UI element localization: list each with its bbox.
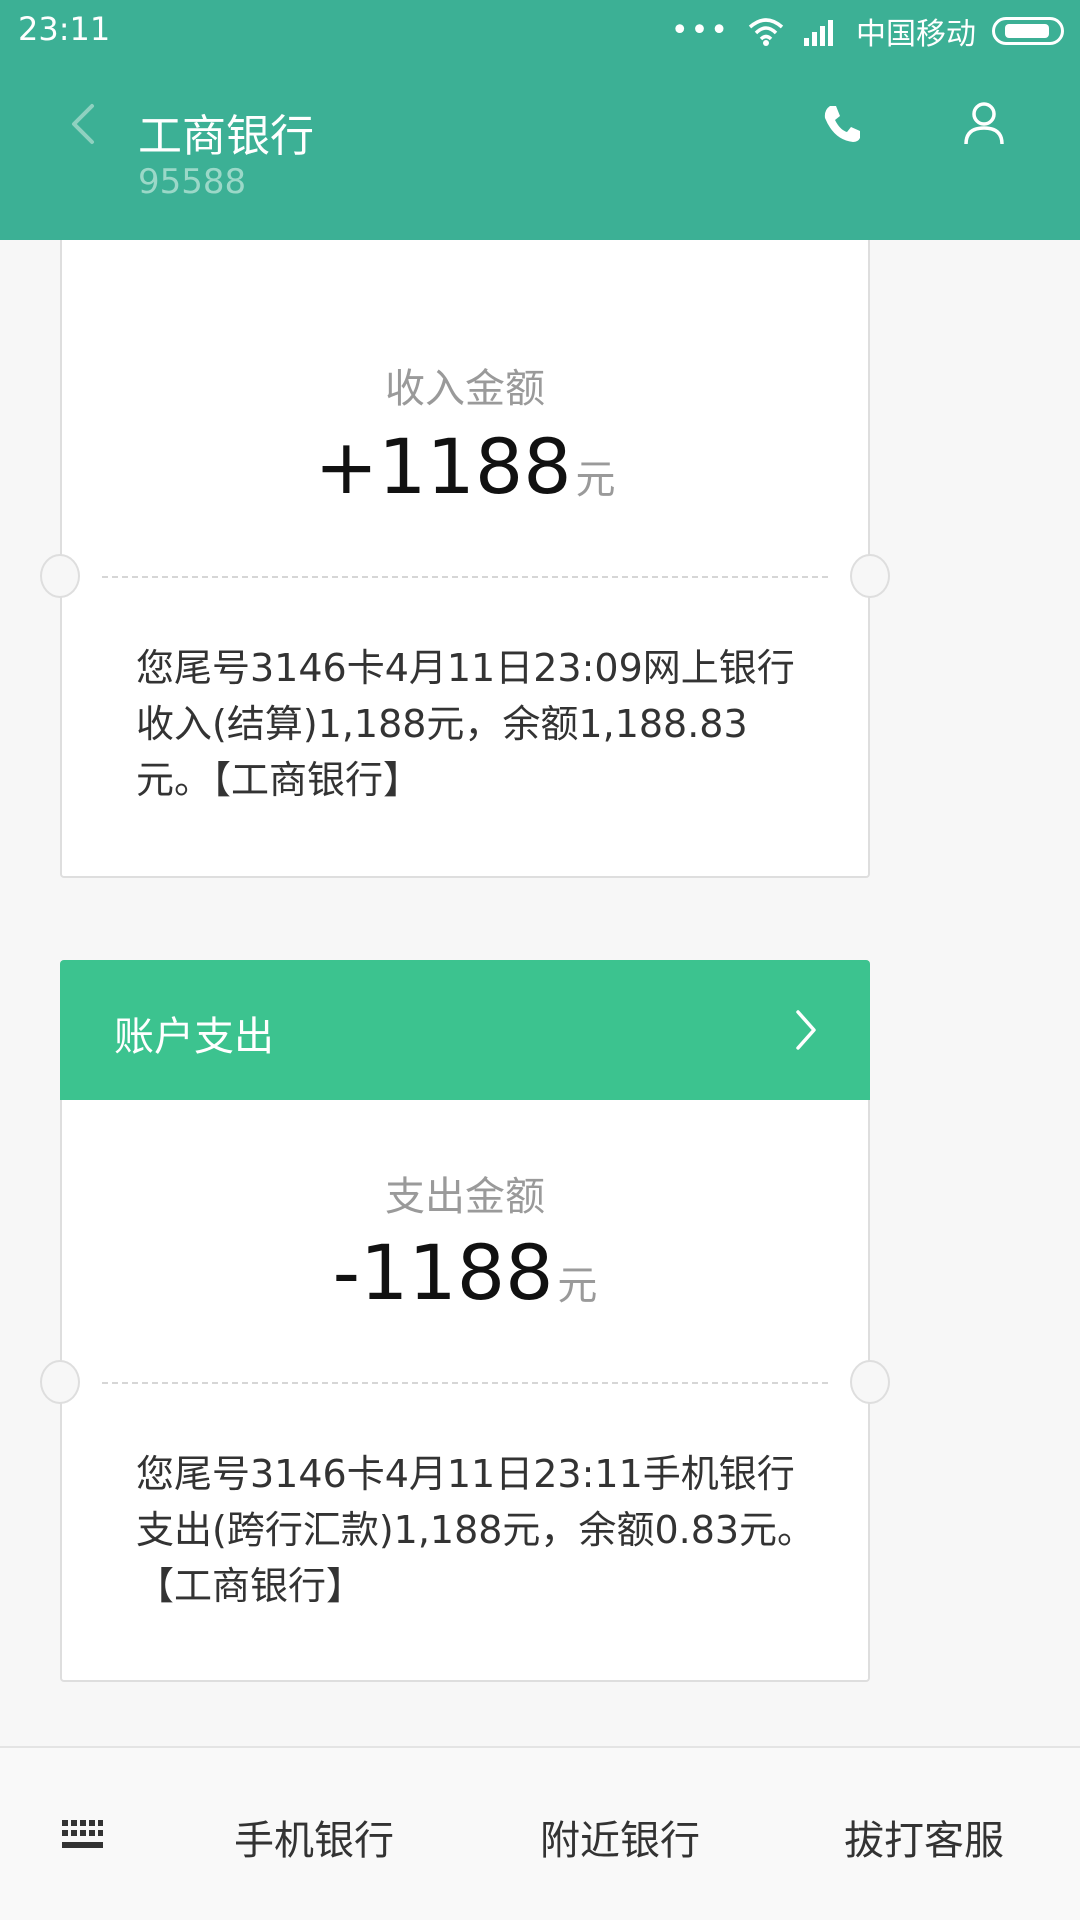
amount-display: -1188 元 (62, 1228, 868, 1317)
dashed-divider (102, 576, 828, 578)
amount-unit: 元 (575, 457, 616, 503)
amount-label: 收入金额 (385, 366, 545, 412)
amount-unit: 元 (557, 1263, 598, 1309)
app-header: 23:11 ••• 中国移动 工商银行 95588 (0, 0, 1080, 240)
keyboard-icon[interactable] (60, 1818, 104, 1852)
signal-icon (804, 20, 833, 46)
back-chevron-icon[interactable] (64, 102, 104, 146)
phone-icon[interactable] (820, 102, 864, 146)
card-header[interactable]: 账户支出 (60, 960, 870, 1100)
call-service-button[interactable]: 拔打客服 (844, 1808, 1004, 1866)
status-time: 23:11 (18, 10, 111, 48)
amount-value: +1188 (314, 422, 572, 511)
card-header-label: 账户支出 (114, 1014, 274, 1060)
sms-message-text: 您尾号3146卡4月11日23:11手机银行支出(跨行汇款)1,188元，余额0… (136, 1452, 816, 1608)
status-bar: 23:11 ••• 中国移动 (0, 0, 1080, 62)
conversation-title: 工商银行 (138, 111, 314, 162)
transaction-card-expense[interactable]: 账户支出 支出金额 -1188 元 您尾号3146卡4月11日23:11手机银行支… (40, 960, 890, 1682)
ticket-notch-left (40, 554, 80, 598)
sender-number: 95588 (138, 162, 247, 202)
amount-display: +1188 元 (62, 422, 868, 511)
battery-icon (992, 17, 1064, 45)
bottom-menu-bar: 手机银行 附近银行 拔打客服 (0, 1746, 1080, 1920)
ticket-notch-right (850, 1360, 890, 1404)
sms-message-text: 您尾号3146卡4月11日23:09网上银行收入(结算)1,188元，余额1,1… (136, 646, 795, 802)
ticket-notch-left (40, 1360, 80, 1404)
nearby-bank-button[interactable]: 附近银行 (540, 1808, 700, 1866)
battery-level (1005, 24, 1049, 38)
wifi-icon (748, 18, 784, 46)
chevron-right-icon[interactable] (792, 1008, 820, 1052)
notification-dots: ••• (670, 13, 730, 48)
amount-label: 支出金额 (385, 1174, 545, 1220)
mobile-banking-button[interactable]: 手机银行 (234, 1808, 394, 1866)
carrier-name: 中国移动 (856, 17, 976, 52)
status-indicators: ••• 中国移动 (671, 10, 1064, 52)
contact-icon[interactable] (962, 100, 1006, 146)
ticket-notch-right (850, 554, 890, 598)
amount-value: -1188 (332, 1228, 554, 1317)
dashed-divider (102, 1382, 828, 1384)
